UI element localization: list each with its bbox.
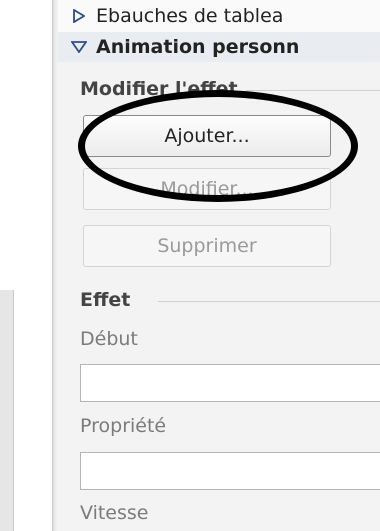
adjacent-pane [0,0,53,531]
section-header-label: Animation personn [96,36,300,58]
custom-animation-screen: Ebauches de tablea Animation personn Mod… [0,0,380,531]
delete-effect-button[interactable]: Supprimer [83,225,331,267]
add-effect-button[interactable]: Ajouter... [83,115,331,157]
group-divider [158,301,380,302]
adjacent-scrollbar[interactable] [0,290,14,531]
start-label: Début [80,328,138,350]
start-field[interactable] [80,364,380,402]
property-field[interactable] [80,452,380,490]
property-label: Propriété [80,415,167,437]
group-divider [228,90,380,91]
section-header-slide-layouts[interactable]: Ebauches de tablea [58,0,380,32]
modify-effect-button[interactable]: Modifier... [83,168,331,210]
modify-effect-group-label: Modifier l'effet [80,78,246,100]
collapsed-triangle-icon [68,9,90,23]
section-header-custom-animation[interactable]: Animation personn [58,32,380,62]
task-pane: Ebauches de tablea Animation personn Mod… [58,0,380,531]
section-header-label: Ebauches de tablea [96,5,284,27]
speed-label: Vitesse [80,502,149,524]
effect-group-label: Effet [80,289,139,311]
expanded-triangle-icon [68,41,90,53]
